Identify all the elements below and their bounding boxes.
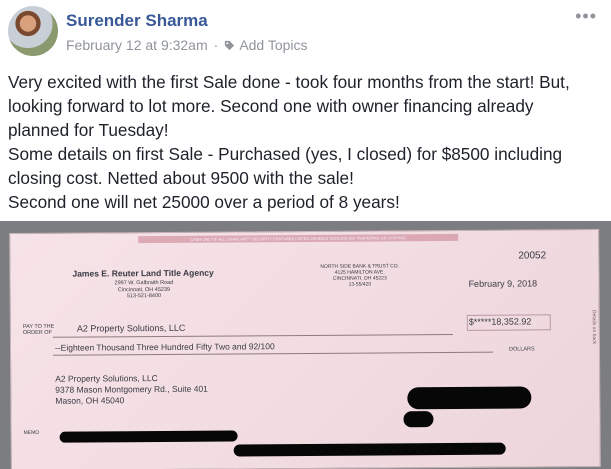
- address-line: 513-521-8400: [126, 293, 162, 300]
- avatar[interactable]: [8, 6, 58, 56]
- payee-line: [52, 333, 453, 338]
- dollars-label: DOLLARS: [508, 346, 535, 353]
- check-side-text: Details on back: [590, 309, 597, 345]
- redaction-mark: [233, 442, 506, 457]
- post-photo[interactable]: CASH ONLY IF ALL CHARLIAN™ SECURITY FEAT…: [0, 221, 611, 469]
- bank-line: 13-55/420: [348, 281, 372, 288]
- post-body-line: looking forward to lot more. Second one …: [8, 96, 534, 116]
- redaction-mark: [59, 430, 238, 443]
- memo-label: MEMO: [23, 429, 40, 436]
- check-drawer-name: James E. Reuter Land Title Agency: [72, 267, 214, 279]
- check-amount: $*****18,352.92: [468, 316, 532, 327]
- meta-separator: ·: [213, 37, 219, 53]
- post-body-line: Very excited with the first Sale done - …: [8, 72, 570, 92]
- pay-to-label-line: ORDER OF: [22, 329, 52, 336]
- address-line: 2997 W. Galbraith Road: [114, 279, 174, 287]
- post-body-line: closing cost. Netted about 9500 with the…: [8, 168, 354, 188]
- check-payee: A2 Property Solutions, LLC: [76, 322, 186, 334]
- add-topics-link[interactable]: Add Topics: [239, 37, 307, 53]
- check-amount-words: --Eighteen Thousand Three Hundred Fifty …: [54, 341, 275, 353]
- post-body-line: Some details on first Sale - Purchased (…: [8, 144, 563, 164]
- author-name[interactable]: Surender Sharma: [66, 11, 208, 31]
- tag-icon: [225, 40, 235, 50]
- redaction-mark: [403, 411, 434, 428]
- post-body-line: planned for Tuesday!: [8, 120, 169, 140]
- address-line: Mason, OH 45040: [55, 395, 125, 406]
- post-body-line: Second one will net 25000 over a period …: [8, 192, 400, 212]
- post-timestamp[interactable]: February 12 at 9:32am: [66, 37, 208, 53]
- more-options-button[interactable]: •••: [575, 6, 597, 27]
- address-line: 9378 Mason Montgomery Rd., Suite 401: [55, 383, 208, 395]
- pay-to-label: PAY TO THE ORDER OF: [23, 324, 55, 336]
- check-number: 20052: [518, 250, 547, 262]
- check-security-banner: CASH ONLY IF ALL CHARLIAN™ SECURITY FEAT…: [138, 233, 459, 244]
- check-drawer-address: 2997 W. Galbraith Road Cincinnati, OH 45…: [115, 280, 174, 300]
- post-body: Very excited with the first Sale done - …: [8, 70, 604, 214]
- check-date: February 9, 2018: [468, 278, 538, 289]
- post-meta: February 12 at 9:32am · Add Topics: [66, 37, 308, 53]
- redaction-mark: [407, 386, 532, 410]
- payee-address: A2 Property Solutions, LLC 9378 Mason Mo…: [55, 373, 208, 407]
- check-bank-info: NORTH SIDE BANK & TRUST CO. 4125 HAMILTO…: [320, 263, 399, 288]
- check-image: CASH ONLY IF ALL CHARLIAN™ SECURITY FEAT…: [9, 228, 601, 469]
